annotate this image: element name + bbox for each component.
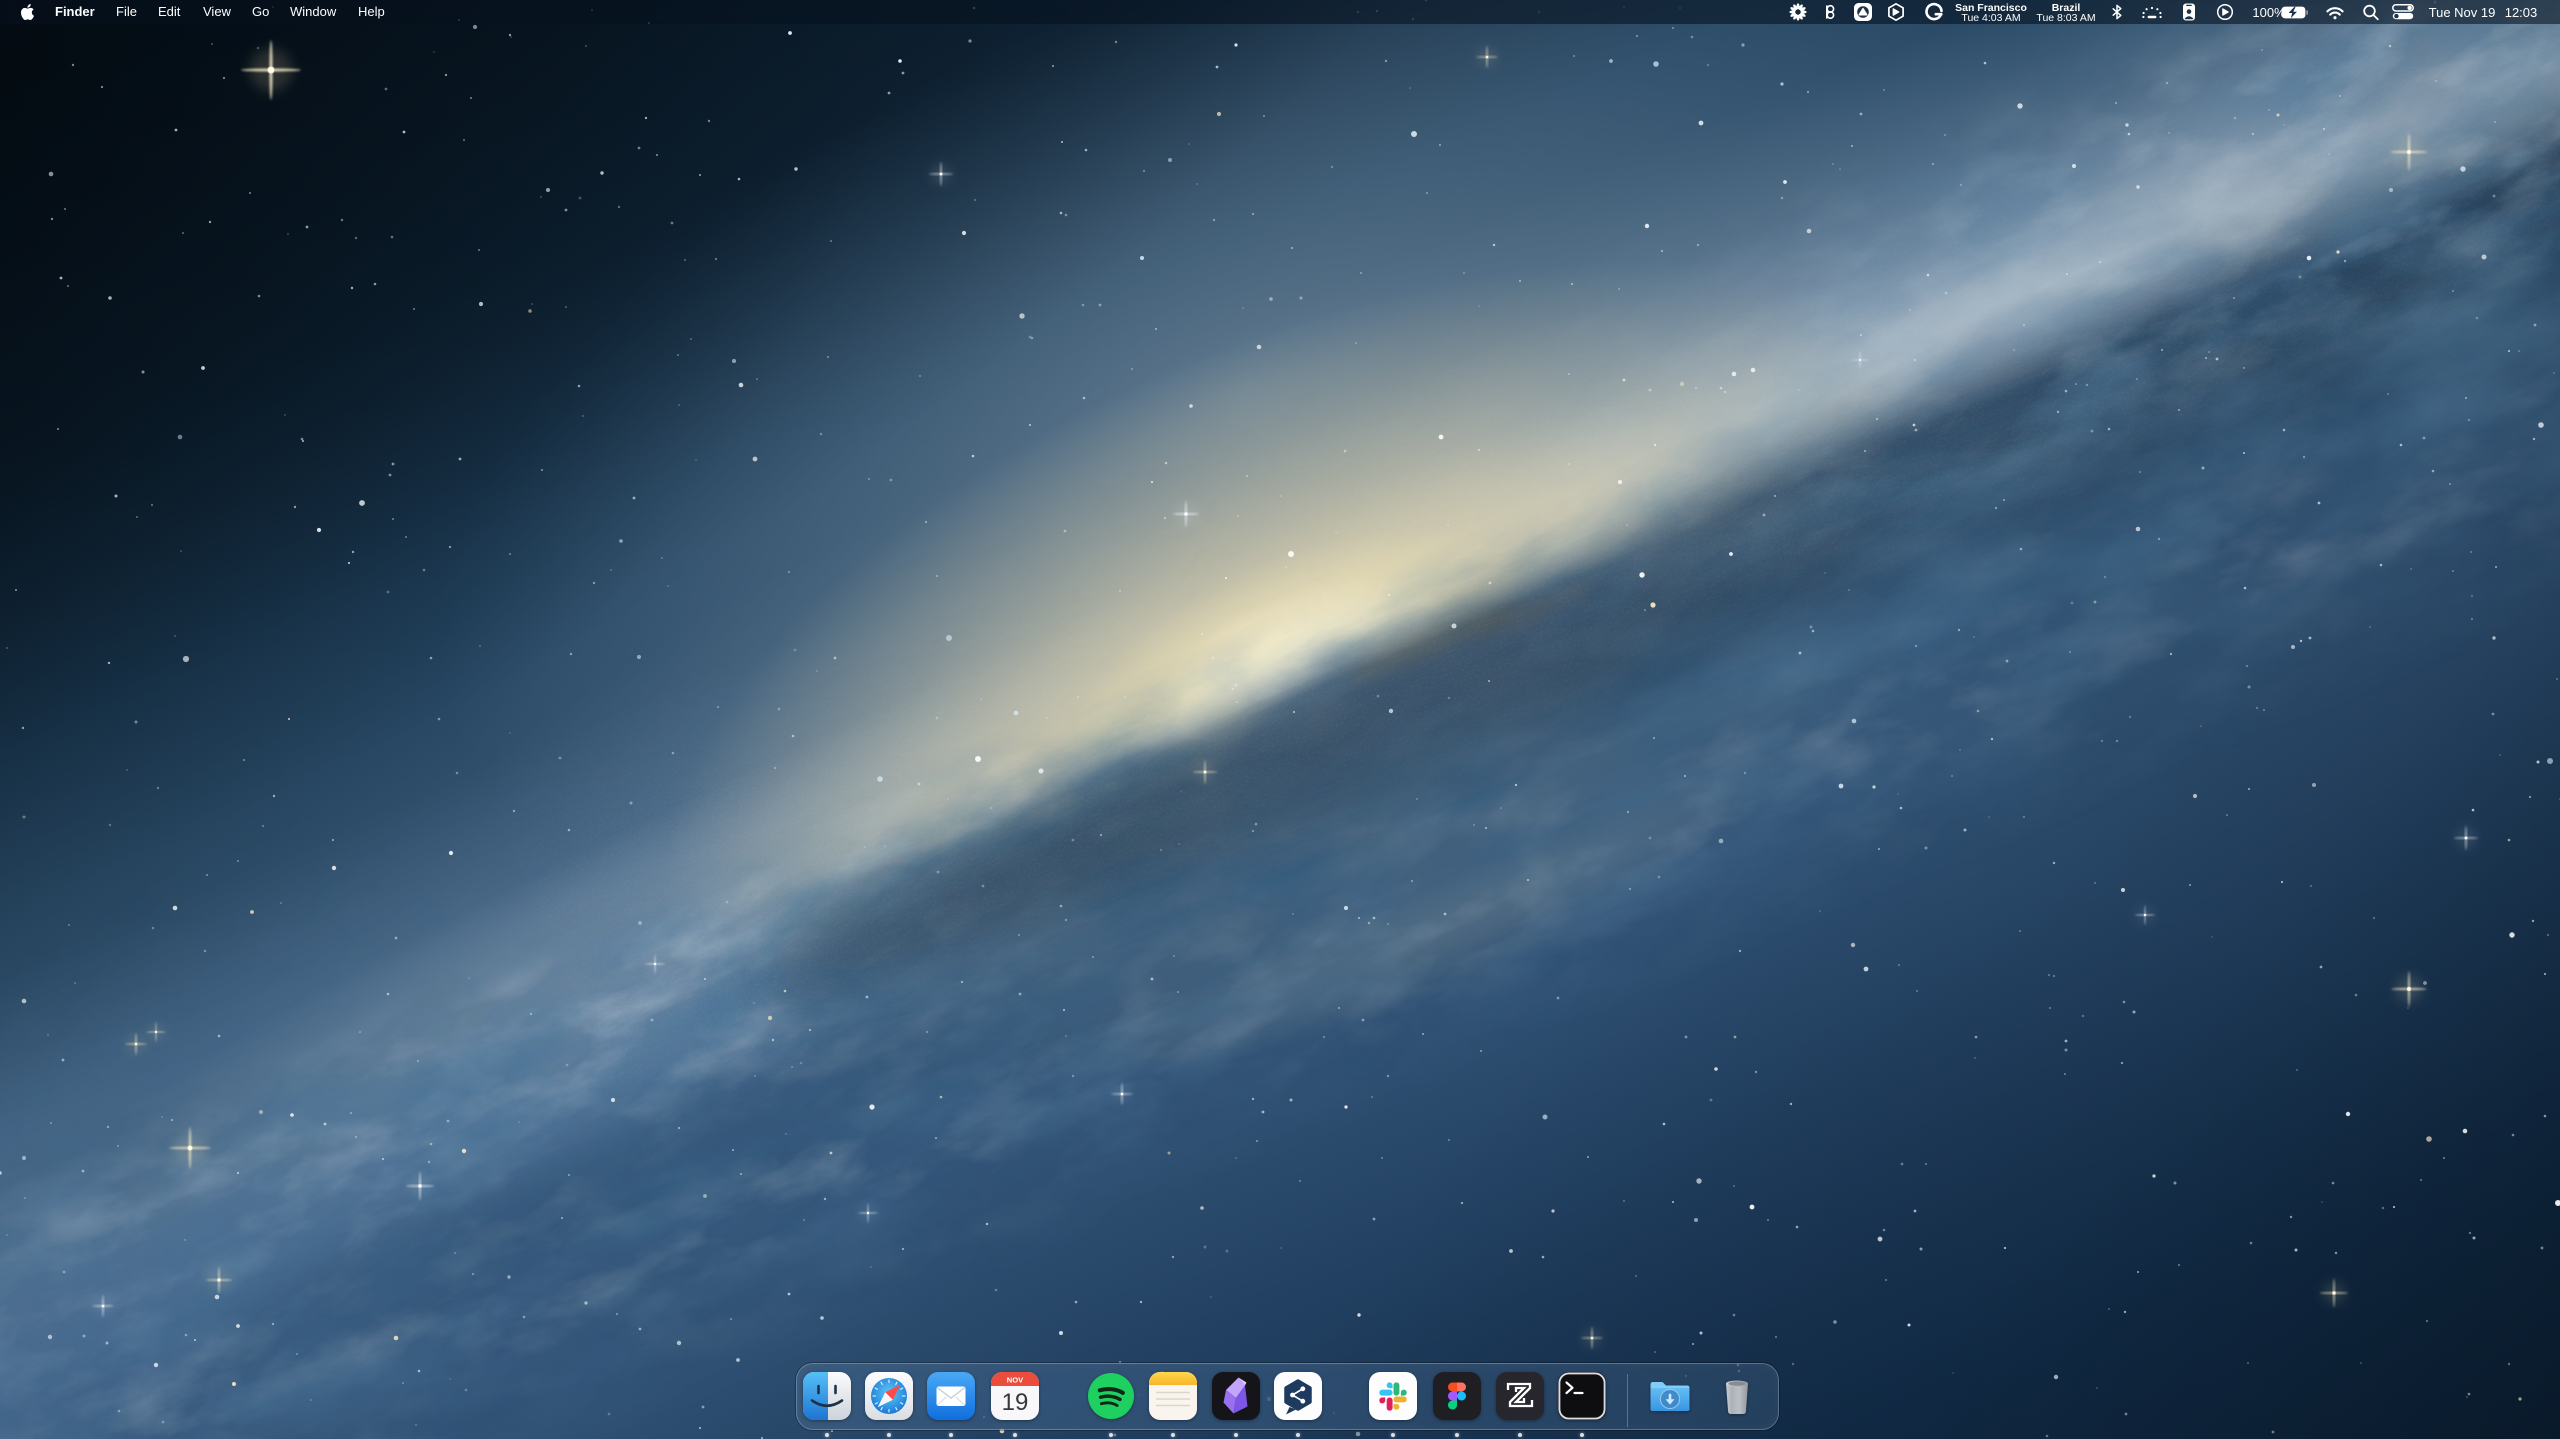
svg-text:NOV: NOV [1006,1376,1023,1385]
svg-text:19: 19 [1001,1389,1028,1416]
